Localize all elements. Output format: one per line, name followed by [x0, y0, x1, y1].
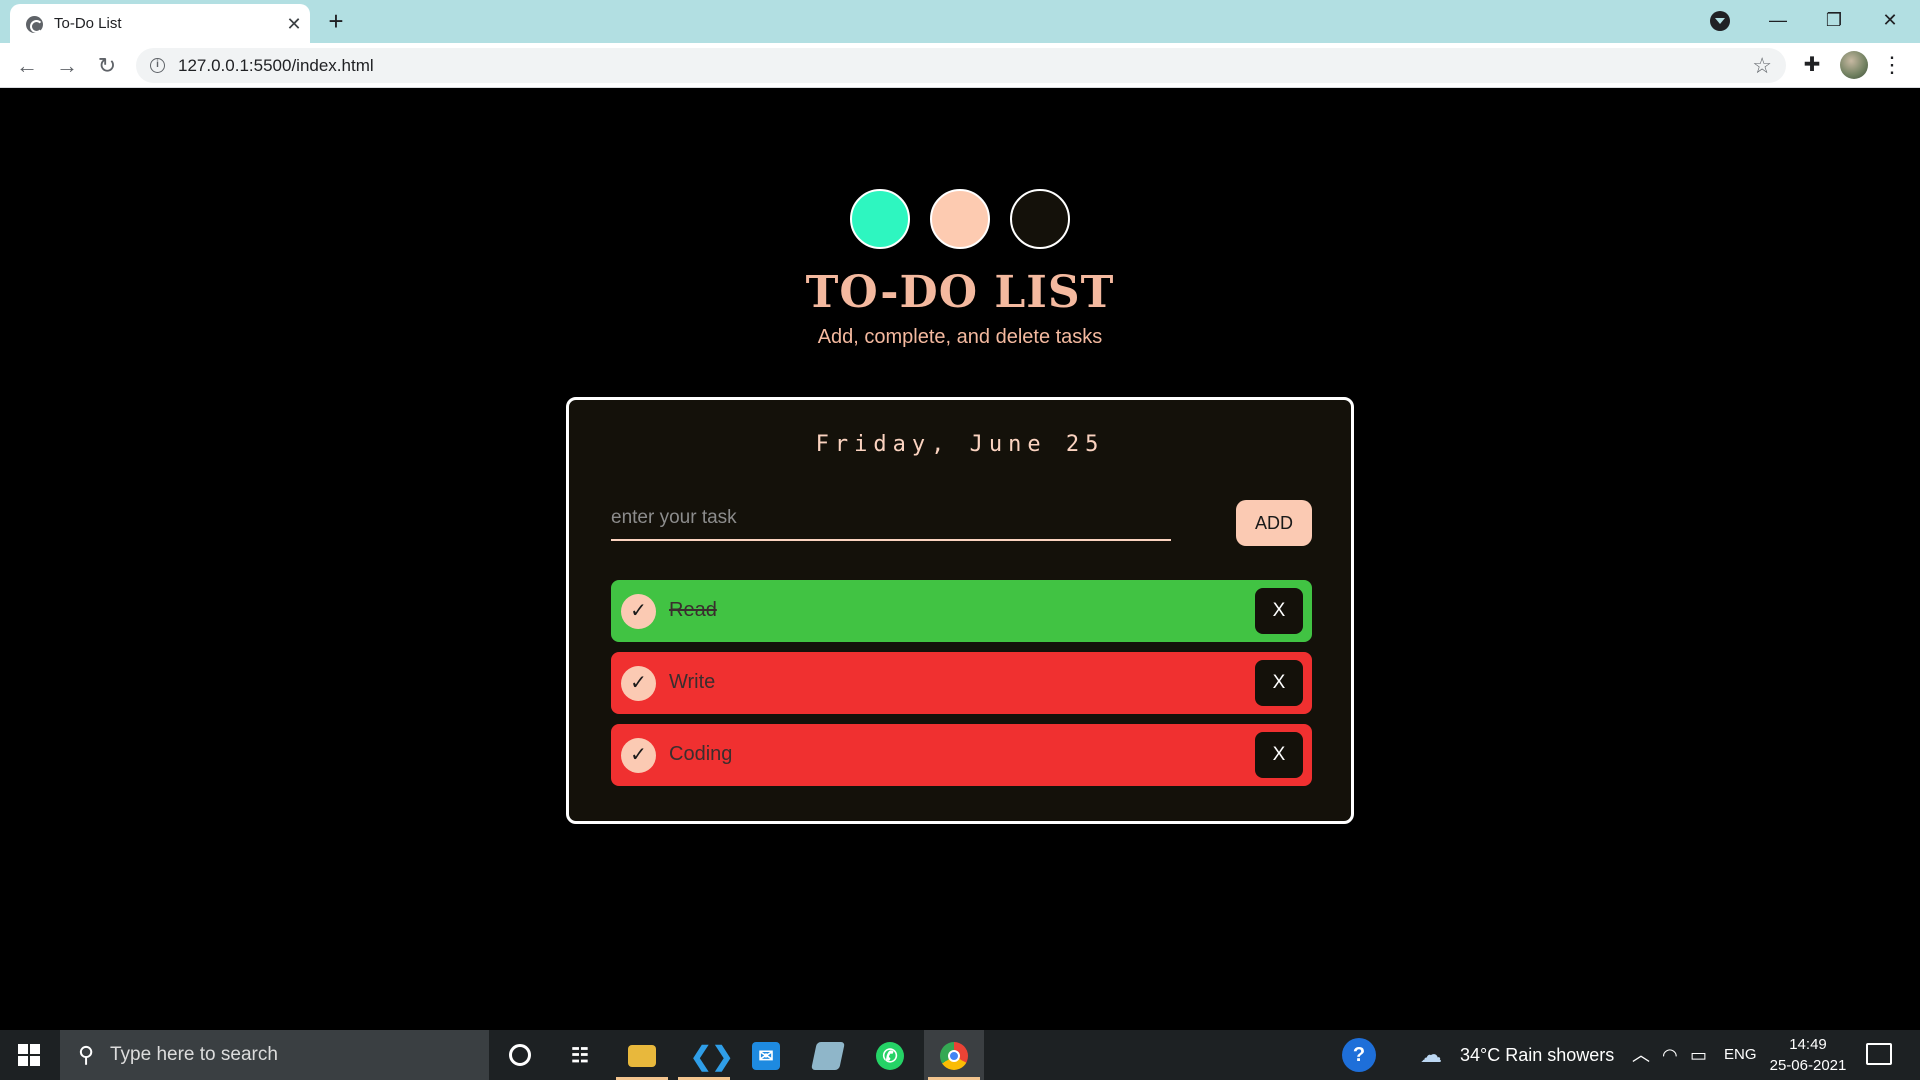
back-icon[interactable]: ← — [12, 51, 42, 81]
language-indicator[interactable]: ENG — [1724, 1030, 1757, 1080]
todo-card: Friday, June 25 ADD ✓ Read X ✓ Write X ✓ Coding… — [566, 397, 1354, 824]
clock-time: 14:49 — [1789, 1036, 1827, 1053]
add-task-button[interactable]: ADD — [1236, 500, 1312, 546]
windows-taskbar: ⚲ Type here to search ☷ ❮❯ ✉ ✆ ? ☁ 34°C … — [0, 1030, 1920, 1080]
weather-text[interactable]: 34°C Rain showers — [1460, 1030, 1614, 1080]
battery-icon[interactable]: ▭ — [1690, 1030, 1707, 1080]
task-item: ✓ Coding X — [611, 724, 1312, 786]
extensions-icon[interactable]: ✚ — [1800, 53, 1824, 77]
chrome-icon[interactable] — [924, 1030, 984, 1080]
whatsapp-icon[interactable]: ✆ — [860, 1030, 920, 1080]
search-icon: ⚲ — [78, 1042, 95, 1067]
theme-swatch-peach[interactable] — [930, 189, 990, 249]
delete-task-button[interactable]: X — [1255, 588, 1303, 634]
task-input[interactable] — [611, 497, 1171, 541]
clock-date: 25-06-2021 — [1769, 1057, 1847, 1074]
weather-icon[interactable]: ☁ — [1420, 1030, 1442, 1080]
task-label: Coding — [669, 743, 733, 765]
show-hidden-icons-chevron[interactable]: ︿ — [1632, 1030, 1650, 1080]
forward-icon[interactable]: → — [52, 51, 82, 81]
theme-swatch-dark[interactable] — [1010, 189, 1070, 249]
reload-icon[interactable]: ↻ — [92, 51, 122, 81]
file-explorer-icon[interactable] — [612, 1030, 672, 1080]
bookmark-star-icon[interactable]: ☆ — [1752, 53, 1772, 79]
task-item: ✓ Read X — [611, 580, 1312, 642]
network-icon[interactable]: ◠ — [1662, 1030, 1678, 1080]
cortana-icon[interactable] — [490, 1030, 550, 1080]
url-text[interactable]: 127.0.0.1:5500/index.html — [178, 56, 374, 76]
complete-task-check-icon[interactable]: ✓ — [621, 666, 656, 701]
address-bar[interactable]: i 127.0.0.1:5500/index.html ☆ — [136, 48, 1786, 83]
tab-search-icon[interactable] — [1710, 11, 1730, 31]
complete-task-check-icon[interactable]: ✓ — [621, 738, 656, 773]
page-title: TO-DO LIST — [805, 267, 1115, 318]
help-icon[interactable]: ? — [1342, 1038, 1376, 1072]
browser-tab-strip: To-Do List ✕ + — ❐ ✕ — [0, 0, 1920, 43]
delete-task-button[interactable]: X — [1255, 660, 1303, 706]
todo-page: TO-DO LIST Add, complete, and delete tas… — [0, 89, 1920, 1030]
tab-title: To-Do List — [54, 15, 122, 32]
globe-icon — [26, 16, 43, 33]
page-subtitle: Add, complete, and delete tasks — [817, 326, 1103, 348]
taskbar-search-placeholder: Type here to search — [110, 1044, 278, 1065]
task-view-icon[interactable]: ☷ — [550, 1030, 610, 1080]
current-date: Friday, June 25 — [815, 432, 1105, 457]
system-clock[interactable]: 14:49 25-06-2021 — [1762, 1034, 1854, 1076]
task-label: Write — [669, 671, 716, 693]
task-item: ✓ Write X — [611, 652, 1312, 714]
browser-toolbar: ← → ↻ i 127.0.0.1:5500/index.html ☆ ✚ ⋮ — [0, 43, 1920, 88]
delete-task-button[interactable]: X — [1255, 732, 1303, 778]
site-info-icon[interactable]: i — [150, 58, 165, 73]
taskbar-search-box[interactable]: ⚲ Type here to search — [60, 1030, 489, 1080]
minimize-icon[interactable]: — — [1750, 0, 1806, 40]
notification-center-icon[interactable] — [1866, 1043, 1892, 1065]
profile-avatar[interactable] — [1840, 51, 1868, 79]
browser-tab[interactable]: To-Do List ✕ — [10, 4, 310, 43]
windows-start-icon[interactable] — [0, 1030, 58, 1080]
restore-icon[interactable]: ❐ — [1806, 0, 1862, 40]
theme-swatch-mint[interactable] — [850, 189, 910, 249]
vscode-icon[interactable]: ❮❯ — [674, 1030, 734, 1080]
close-window-icon[interactable]: ✕ — [1862, 0, 1918, 40]
complete-task-check-icon[interactable]: ✓ — [621, 594, 656, 629]
browser-menu-icon[interactable]: ⋮ — [1880, 51, 1904, 79]
task-label: Read — [669, 599, 717, 621]
new-tab-button[interactable]: + — [322, 8, 350, 36]
notes-app-icon[interactable] — [798, 1030, 858, 1080]
close-tab-icon[interactable]: ✕ — [282, 12, 306, 36]
mail-app-icon[interactable]: ✉ — [736, 1030, 796, 1080]
